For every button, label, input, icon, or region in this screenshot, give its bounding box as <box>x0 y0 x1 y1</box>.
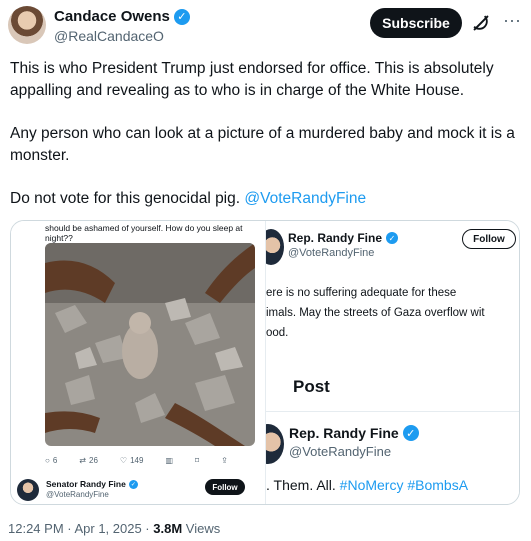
share-icon[interactable]: ⇪ <box>221 456 228 465</box>
rep-post-text: ere is no suffering adequate for these i… <box>266 283 519 343</box>
media-right-screenshot[interactable]: Rep. Randy Fine ✓ @VoteRandyFine Follow … <box>266 221 519 504</box>
author-name-row[interactable]: Candace Owens ✓ <box>54 8 190 25</box>
repost-icon: ⇄ <box>79 455 86 465</box>
repost-count: 26 <box>89 455 98 465</box>
follow-button-small[interactable]: Follow <box>205 479 245 495</box>
rep-post-line: ood. <box>266 327 289 339</box>
tweet-timestamp: 12:24 PM · Apr 1, 2025 · 3.8M Views <box>8 521 220 536</box>
rep-follow-button[interactable]: Follow <box>462 229 516 249</box>
stats-icon[interactable]: ▥ <box>165 456 173 465</box>
like-action[interactable]: ♡ 149 <box>120 456 144 465</box>
post-heading: Post <box>293 377 330 396</box>
mention-link[interactable]: @VoteRandyFine <box>244 190 366 207</box>
senator-name[interactable]: Senator Randy Fine <box>46 479 126 489</box>
rep-name-row-2[interactable]: Rep. Randy Fine ✓ <box>289 425 419 441</box>
views-label: Views <box>182 521 221 536</box>
subscribe-button[interactable]: Subscribe <box>370 8 462 38</box>
senator-handle[interactable]: @VoteRandyFine <box>46 490 109 499</box>
rep-post-line: imals. May the streets of Gaza overflow … <box>266 307 485 319</box>
tweet-media[interactable]: should be ashamed of yourself. How do yo… <box>10 220 520 505</box>
rep-post-line: ere is no suffering adequate for these <box>266 287 457 299</box>
tweet-paragraph: This is who President Trump just endorse… <box>10 60 494 99</box>
rep-post-prefix: . Them. All. <box>266 477 340 493</box>
verified-badge-icon: ✓ <box>128 479 138 489</box>
quoted-author-row: Senator Randy Fine ✓ @VoteRandyFine Foll… <box>17 477 262 504</box>
rep-handle-2[interactable]: @VoteRandyFine <box>289 444 391 459</box>
rep-post-tags: . Them. All. #NoMercy #BombsA <box>266 477 468 493</box>
author-avatar[interactable] <box>8 6 46 44</box>
repost-action[interactable]: ⇄ 26 <box>79 456 98 465</box>
reply-action[interactable]: ○ 6 <box>45 456 57 465</box>
tweet-header: Candace Owens ✓ @RealCandaceO Subscribe … <box>0 0 531 50</box>
tweet-last-line: Do not vote for this genocidal pig. <box>10 190 245 207</box>
heart-icon: ♡ <box>119 455 128 465</box>
senator-name-row[interactable]: Senator Randy Fine ✓ <box>46 479 138 489</box>
rep-handle[interactable]: @VoteRandyFine <box>288 247 374 259</box>
rubble-photo[interactable] <box>45 243 255 446</box>
quoted-text: should be ashamed of yourself. How do yo… <box>45 223 243 243</box>
verified-badge-icon: ✓ <box>402 425 419 441</box>
rep-name-row[interactable]: Rep. Randy Fine ✓ <box>288 231 399 245</box>
divider <box>266 411 519 412</box>
rep-name-2[interactable]: Rep. Randy Fine <box>289 425 399 441</box>
like-count: 149 <box>130 455 144 465</box>
rep-avatar[interactable] <box>266 229 284 265</box>
reply-icon: ○ <box>45 455 50 465</box>
tweet-paragraph: Any person who can look at a picture of … <box>10 125 515 164</box>
tweet-body: This is who President Trump just endorse… <box>10 58 520 231</box>
tweet-paragraph-last: Do not vote for this genocidal pig. @Vot… <box>10 188 520 210</box>
bookmark-icon[interactable]: ⌑ <box>195 456 199 465</box>
media-left-screenshot[interactable]: should be ashamed of yourself. How do yo… <box>11 221 266 504</box>
quoted-actions-bar: ○ 6 ⇄ 26 ♡ 149 ▥ ⌑ ⇪ <box>45 453 260 467</box>
rep-avatar-2[interactable] <box>266 424 284 464</box>
author-handle[interactable]: @RealCandaceO <box>54 28 164 44</box>
reply-count: 6 <box>52 455 58 465</box>
grok-icon[interactable] <box>470 12 492 34</box>
verified-badge-icon: ✓ <box>386 232 399 244</box>
views-count: 3.8M <box>153 521 183 536</box>
senator-avatar[interactable] <box>17 479 39 501</box>
verified-badge-icon: ✓ <box>173 8 190 25</box>
author-name[interactable]: Candace Owens <box>54 8 170 25</box>
rep-name[interactable]: Rep. Randy Fine <box>288 231 382 245</box>
more-options-icon[interactable]: ··· <box>500 11 524 34</box>
hashtag-link[interactable]: #NoMercy #BombsA <box>340 477 468 493</box>
post-time[interactable]: 12:24 PM · Apr 1, 2025 · <box>8 521 153 536</box>
